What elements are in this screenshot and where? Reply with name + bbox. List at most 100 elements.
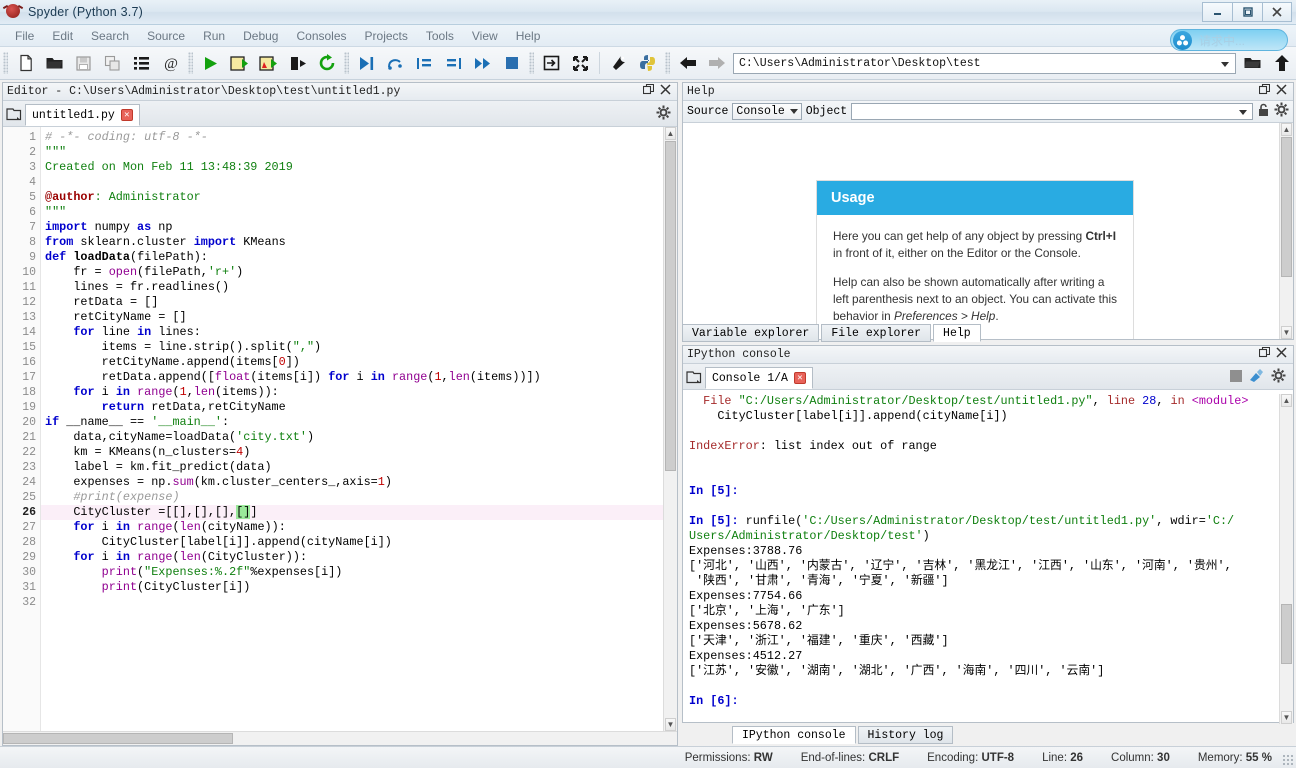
toolbar-grip-3[interactable] [344, 52, 349, 74]
step-return-icon[interactable] [440, 50, 467, 77]
chevron-down-icon[interactable] [1239, 110, 1247, 115]
minimize-button[interactable] [1202, 2, 1232, 22]
step-over-icon[interactable] [382, 50, 409, 77]
browse-tabs-icon[interactable] [3, 108, 25, 126]
menu-edit[interactable]: Edit [43, 27, 82, 45]
stop-debug-icon[interactable] [498, 50, 525, 77]
code-line[interactable]: return retData,retCityName [41, 400, 677, 415]
run-file-icon[interactable] [197, 50, 224, 77]
pythonpath-icon[interactable] [634, 50, 661, 77]
run-cell-advance-icon[interactable] [255, 50, 282, 77]
close-button[interactable] [1262, 2, 1292, 22]
menu-source[interactable]: Source [138, 27, 194, 45]
code-line[interactable]: CityCluster[label[i]].append(cityName[i]… [41, 535, 677, 550]
code-line[interactable]: items = line.strip().split(",") [41, 340, 677, 355]
save-file-icon[interactable] [70, 50, 97, 77]
code-line[interactable]: #print(expense) [41, 490, 677, 505]
lock-icon[interactable] [1257, 103, 1270, 121]
code-line[interactable]: data,cityName=loadData('city.txt') [41, 430, 677, 445]
back-arrow-icon[interactable] [674, 50, 701, 77]
editor-hscroll-thumb[interactable] [3, 733, 233, 744]
editor-vertical-scrollbar[interactable]: ▲ ▼ [663, 127, 677, 731]
toolbar-grip-4[interactable] [529, 52, 534, 74]
menu-projects[interactable]: Projects [356, 27, 417, 45]
code-line[interactable]: def loadData(filePath): [41, 250, 677, 265]
editor-undock-icon[interactable] [642, 83, 655, 99]
code-line[interactable]: if __name__ == '__main__': [41, 415, 677, 430]
console-scroll-thumb[interactable] [1281, 604, 1292, 664]
console-output[interactable]: File "C:/Users/Administrator/Desktop/tes… [683, 390, 1293, 722]
toolbar-grip-5[interactable] [665, 52, 670, 74]
close-icon[interactable]: ✕ [120, 109, 133, 121]
editor-body[interactable]: 1 2 3 4 5 6 7 8 9 10 11 12 13 14 15 16 17 18 19 20 21 22 23 24 2… [3, 127, 677, 731]
code-line[interactable]: """ [41, 205, 677, 220]
step-into-icon[interactable] [411, 50, 438, 77]
tab-help[interactable]: Help [933, 324, 981, 342]
code-line[interactable]: retCityName.append(items[0]) [41, 355, 677, 370]
maximize-pane-icon[interactable] [538, 50, 565, 77]
run-selection-icon[interactable] [284, 50, 311, 77]
find-replace-icon[interactable] [128, 50, 155, 77]
help-undock-icon[interactable] [1258, 83, 1271, 99]
console-close-icon[interactable] [1276, 347, 1287, 362]
close-icon[interactable]: ✕ [793, 372, 806, 384]
tab-variable-explorer[interactable]: Variable explorer [682, 324, 820, 342]
tab-ipython-console[interactable]: IPython console [732, 726, 856, 744]
scroll-up-arrow-icon[interactable]: ▲ [1281, 123, 1292, 136]
menu-search[interactable]: Search [82, 27, 138, 45]
code-line[interactable]: from sklearn.cluster import KMeans [41, 235, 677, 250]
code-line[interactable]: for line in lines: [41, 325, 677, 340]
code-line[interactable]: # -*- coding: utf-8 -*- [41, 130, 677, 145]
run-cell-icon[interactable] [226, 50, 253, 77]
code-line[interactable]: retData.append([float(items[i]) for i in… [41, 370, 677, 385]
code-line[interactable]: expenses = np.sum(km.cluster_centers_,ax… [41, 475, 677, 490]
stop-icon[interactable] [1230, 369, 1242, 385]
scroll-up-arrow-icon[interactable]: ▲ [665, 127, 676, 140]
code-line[interactable]: Created on Mon Feb 11 13:48:39 2019 [41, 160, 677, 175]
console-undock-icon[interactable] [1258, 346, 1271, 362]
browse-folder-icon[interactable] [1239, 50, 1266, 77]
editor-scroll-thumb[interactable] [665, 141, 676, 471]
console-options-gear-icon[interactable] [1271, 368, 1286, 386]
preferences-icon[interactable] [605, 50, 632, 77]
console-tab[interactable]: Console 1/A ✕ [705, 367, 813, 389]
menu-tools[interactable]: Tools [417, 27, 463, 45]
continue-icon[interactable] [469, 50, 496, 77]
code-line[interactable]: print(CityCluster[i]) [41, 580, 677, 595]
rerun-icon[interactable] [313, 50, 340, 77]
code-line[interactable]: retData = [] [41, 295, 677, 310]
code-line[interactable]: retCityName = [] [41, 310, 677, 325]
code-line[interactable]: print("Expenses:%.2f"%expenses[i]) [41, 565, 677, 580]
scroll-down-arrow-icon[interactable]: ▼ [1281, 711, 1292, 724]
help-source-select[interactable]: Console [732, 103, 802, 120]
console-browse-tabs-icon[interactable] [683, 371, 705, 389]
code-line[interactable]: label = km.fit_predict(data) [41, 460, 677, 475]
code-area[interactable]: # -*- coding: utf-8 -*- """ Created on Mon… [41, 127, 677, 731]
forward-arrow-icon[interactable] [703, 50, 730, 77]
code-line[interactable] [41, 595, 677, 610]
editor-horizontal-scrollbar[interactable] [3, 731, 677, 745]
menu-debug[interactable]: Debug [234, 27, 287, 45]
at-sign-icon[interactable]: @ [157, 50, 184, 77]
menu-file[interactable]: File [6, 27, 43, 45]
editor-close-icon[interactable] [660, 84, 671, 99]
help-close-icon[interactable] [1276, 84, 1287, 99]
menu-consoles[interactable]: Consoles [287, 27, 355, 45]
help-vertical-scrollbar[interactable]: ▲ ▼ [1279, 123, 1293, 339]
code-line[interactable]: km = KMeans(n_clusters=4) [41, 445, 677, 460]
code-line[interactable]: for i in range(len(CityCluster)): [41, 550, 677, 565]
menu-help[interactable]: Help [507, 27, 550, 45]
code-line[interactable]: @author: Administrator [41, 190, 677, 205]
tab-file-explorer[interactable]: File explorer [821, 324, 932, 342]
help-options-gear-icon[interactable] [1274, 102, 1289, 121]
resize-grip[interactable] [1282, 754, 1294, 766]
request-status-pill[interactable]: 请求中... [1170, 29, 1288, 51]
code-line[interactable]: for i in range(1,len(items)): [41, 385, 677, 400]
chevron-down-icon[interactable] [1221, 61, 1229, 67]
help-scroll-thumb[interactable] [1281, 137, 1292, 277]
working-directory-path[interactable]: C:\Users\Administrator\Desktop\test [733, 52, 1236, 74]
clear-console-icon[interactable] [1249, 368, 1264, 386]
tab-history-log[interactable]: History log [857, 726, 954, 744]
save-all-icon[interactable] [99, 50, 126, 77]
code-line[interactable]: fr = open(filePath,'r+') [41, 265, 677, 280]
